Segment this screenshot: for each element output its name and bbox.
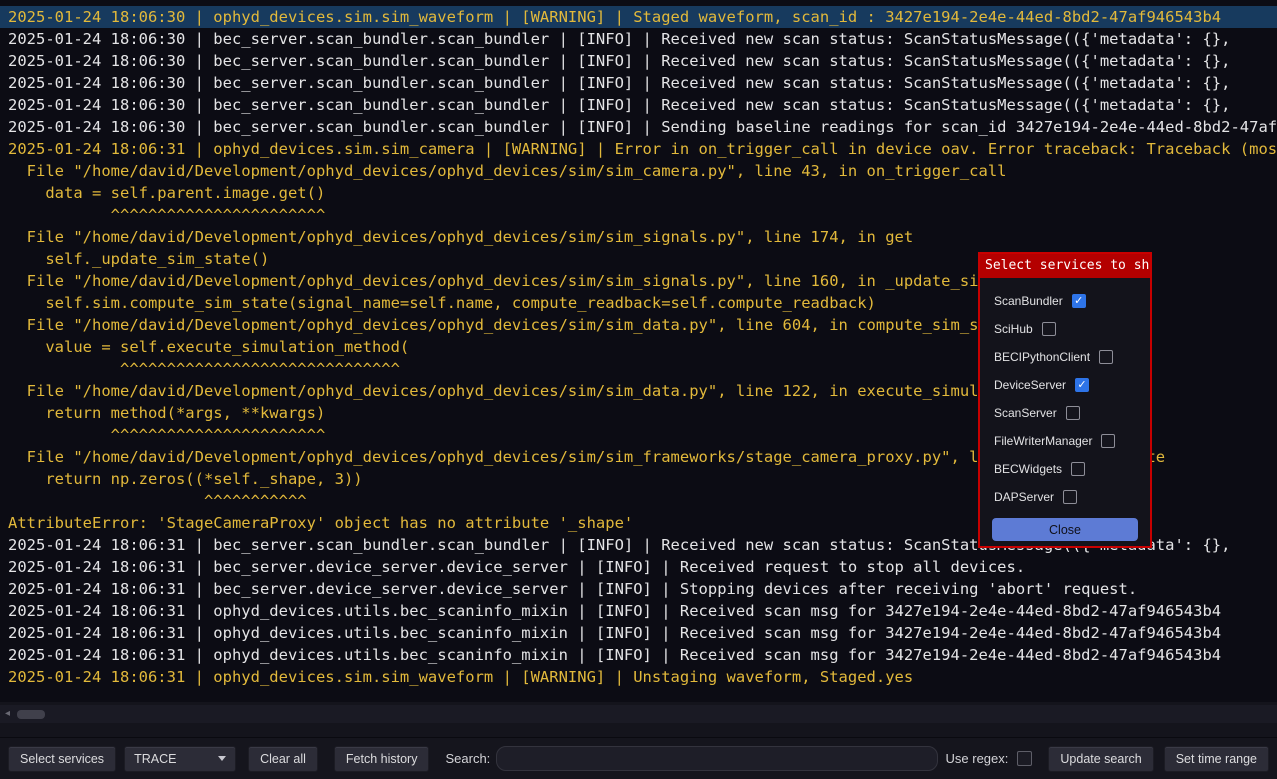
log-line[interactable]: 2025-01-24 18:06:31 | bec_server.device_… [0, 578, 1277, 600]
service-checkbox[interactable] [1063, 490, 1077, 504]
scrollbar-thumb[interactable] [17, 710, 45, 719]
use-regex-checkbox[interactable] [1017, 751, 1032, 766]
service-label: DeviceServer [994, 378, 1066, 392]
service-row: FileWriterManager [994, 427, 1150, 455]
horizontal-scrollbar[interactable]: ◂ [0, 705, 1277, 723]
log-line[interactable]: File "/home/david/Development/ophyd_devi… [0, 226, 1277, 248]
service-label: ScanBundler [994, 294, 1063, 308]
service-label: BECIPythonClient [994, 350, 1090, 364]
service-checkbox[interactable] [1066, 406, 1080, 420]
service-label: DAPServer [994, 490, 1054, 504]
fetch-history-button[interactable]: Fetch history [334, 746, 430, 772]
service-label: BECWidgets [994, 462, 1062, 476]
log-line[interactable]: 2025-01-24 18:06:31 | bec_server.device_… [0, 556, 1277, 578]
clear-all-button[interactable]: Clear all [248, 746, 318, 772]
close-button[interactable]: Close [992, 518, 1138, 541]
select-services-button[interactable]: Select services [8, 746, 116, 772]
service-label: ScanServer [994, 406, 1057, 420]
service-row: SciHub [994, 315, 1150, 343]
log-line[interactable]: data = self.parent.image.get() [0, 182, 1277, 204]
service-checkbox[interactable] [1042, 322, 1056, 336]
log-level-dropdown[interactable]: TRACE [124, 746, 236, 772]
log-line[interactable]: 2025-01-24 18:06:31 | ophyd_devices.util… [0, 622, 1277, 644]
search-input[interactable] [496, 746, 937, 771]
log-line[interactable]: 2025-01-24 18:06:30 | bec_server.scan_bu… [0, 116, 1277, 138]
log-line[interactable]: 2025-01-24 18:06:31 | ophyd_devices.util… [0, 644, 1277, 666]
log-level-value: TRACE [134, 752, 176, 766]
scroll-left-arrow-icon[interactable]: ◂ [5, 705, 10, 723]
log-line[interactable]: File "/home/david/Development/ophyd_devi… [0, 160, 1277, 182]
service-label: SciHub [994, 322, 1033, 336]
log-line[interactable]: 2025-01-24 18:06:30 | bec_server.scan_bu… [0, 28, 1277, 50]
service-checkbox[interactable] [1101, 434, 1115, 448]
service-checkbox[interactable] [1099, 350, 1113, 364]
service-list: ScanBundler ✓ SciHub BECIPythonClient Device… [980, 278, 1150, 511]
dialog-title: Select services to show [980, 254, 1150, 278]
log-line[interactable]: 2025-01-24 18:06:30 | ophyd_devices.sim.… [0, 6, 1277, 28]
log-line[interactable]: 2025-01-24 18:06:30 | bec_server.scan_bu… [0, 94, 1277, 116]
service-checkbox[interactable]: ✓ [1075, 378, 1089, 392]
service-checkbox[interactable] [1071, 462, 1085, 476]
set-time-range-button[interactable]: Set time range [1164, 746, 1269, 772]
service-row: DeviceServer ✓ [994, 371, 1150, 399]
update-search-button[interactable]: Update search [1048, 746, 1153, 772]
service-row: ScanServer [994, 399, 1150, 427]
service-label: FileWriterManager [994, 434, 1092, 448]
chevron-down-icon [218, 756, 226, 761]
use-regex-label: Use regex: [946, 751, 1009, 766]
log-line[interactable]: 2025-01-24 18:06:30 | bec_server.scan_bu… [0, 72, 1277, 94]
service-row: BECIPythonClient [994, 343, 1150, 371]
service-checkbox[interactable]: ✓ [1072, 294, 1086, 308]
log-line[interactable]: 2025-01-24 18:06:30 | bec_server.scan_bu… [0, 50, 1277, 72]
log-line[interactable]: ^^^^^^^^^^^^^^^^^^^^^^^ [0, 204, 1277, 226]
bottom-toolbar: Select services TRACE Clear all Fetch hi… [0, 737, 1277, 779]
service-row: DAPServer [994, 483, 1150, 511]
log-line[interactable]: 2025-01-24 18:06:31 | ophyd_devices.sim.… [0, 666, 1277, 688]
select-services-dialog: Select services to show ScanBundler ✓ SciH… [978, 252, 1152, 548]
service-row: BECWidgets [994, 455, 1150, 483]
log-line[interactable]: 2025-01-24 18:06:31 | ophyd_devices.util… [0, 600, 1277, 622]
search-label: Search: [445, 751, 490, 766]
service-row: ScanBundler ✓ [994, 287, 1150, 315]
log-line[interactable]: 2025-01-24 18:06:31 | ophyd_devices.sim.… [0, 138, 1277, 160]
